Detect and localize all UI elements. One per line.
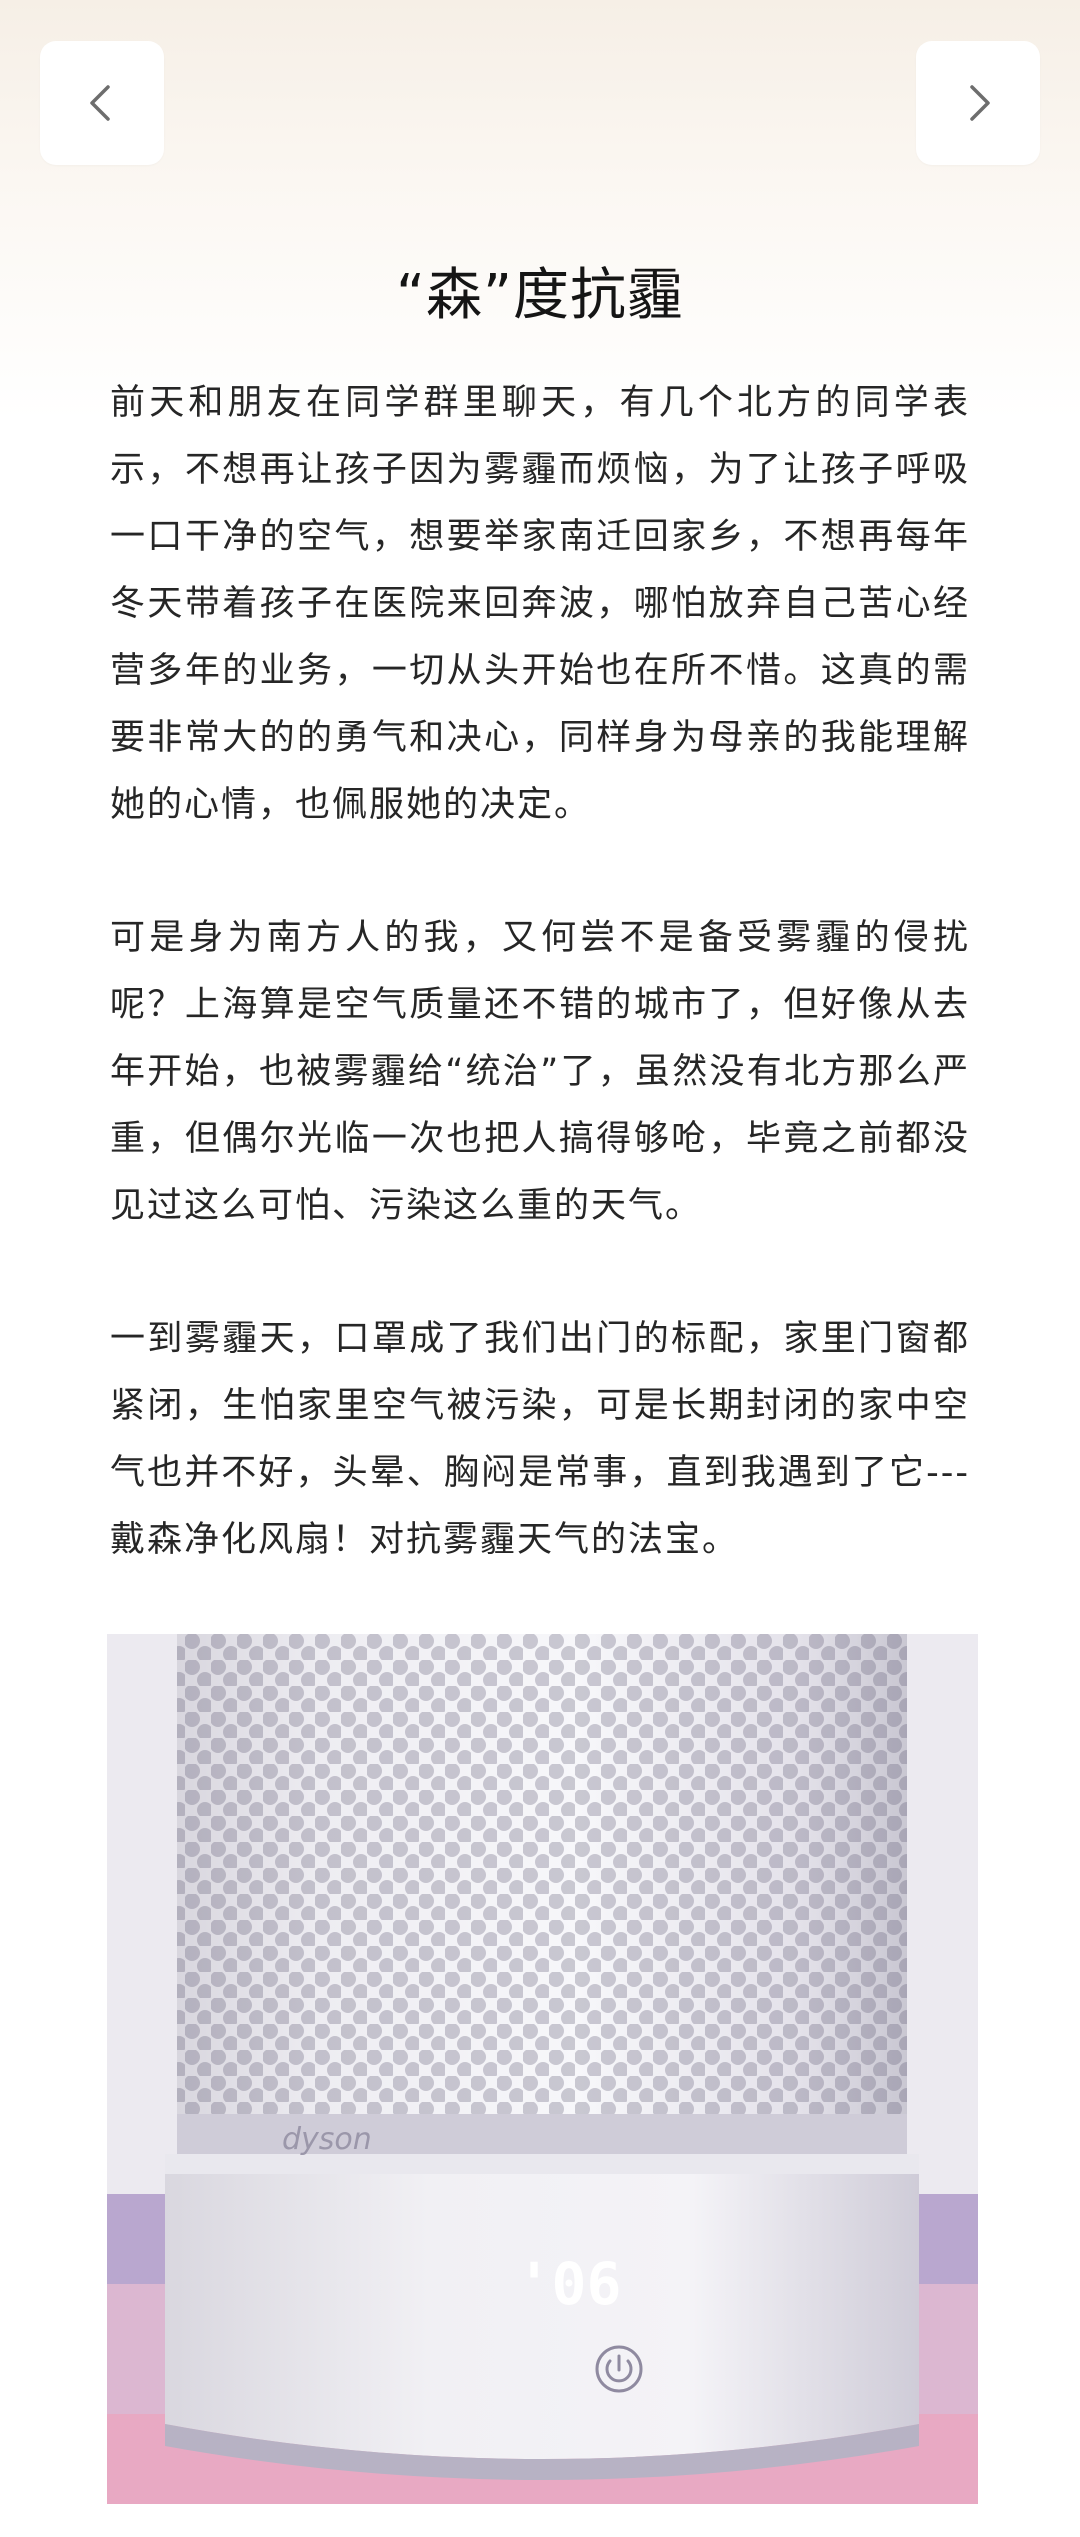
chevron-right-icon	[970, 85, 990, 121]
purifier-photo-illustration: dyson '06	[107, 1634, 978, 2504]
display-readout: '06	[517, 2250, 622, 2318]
next-page-button[interactable]	[916, 41, 1040, 165]
article-photo: dyson '06	[107, 1634, 978, 2504]
article-paragraph: 前天和朋友在同学群里聊天，有几个北方的同学表示，不想再让孩子因为雾霾而烦恼，为了…	[110, 383, 970, 825]
article-paragraph: 可是身为南方人的我，又何尝不是备受雾霾的侵扰呢？上海算是空气质量还不错的城市了，…	[110, 918, 970, 1226]
article-body: 前天和朋友在同学群里聊天，有几个北方的同学表示，不想再让孩子因为雾霾而烦恼，为了…	[110, 370, 970, 1640]
chevron-left-icon	[90, 85, 110, 121]
previous-page-button[interactable]	[40, 41, 164, 165]
article-title: “森”度抗霾	[395, 262, 685, 328]
article-paragraph: 一到雾霾天，口罩成了我们出门的标配，家里门窗都紧闭，生怕家里空气被污染，可是长期…	[110, 1319, 970, 1560]
article-page: “森”度抗霾 前天和朋友在同学群里聊天，有几个北方的同学表示，不想再让孩子因为雾…	[0, 0, 1080, 2537]
brand-logo: dyson	[282, 2122, 372, 2157]
